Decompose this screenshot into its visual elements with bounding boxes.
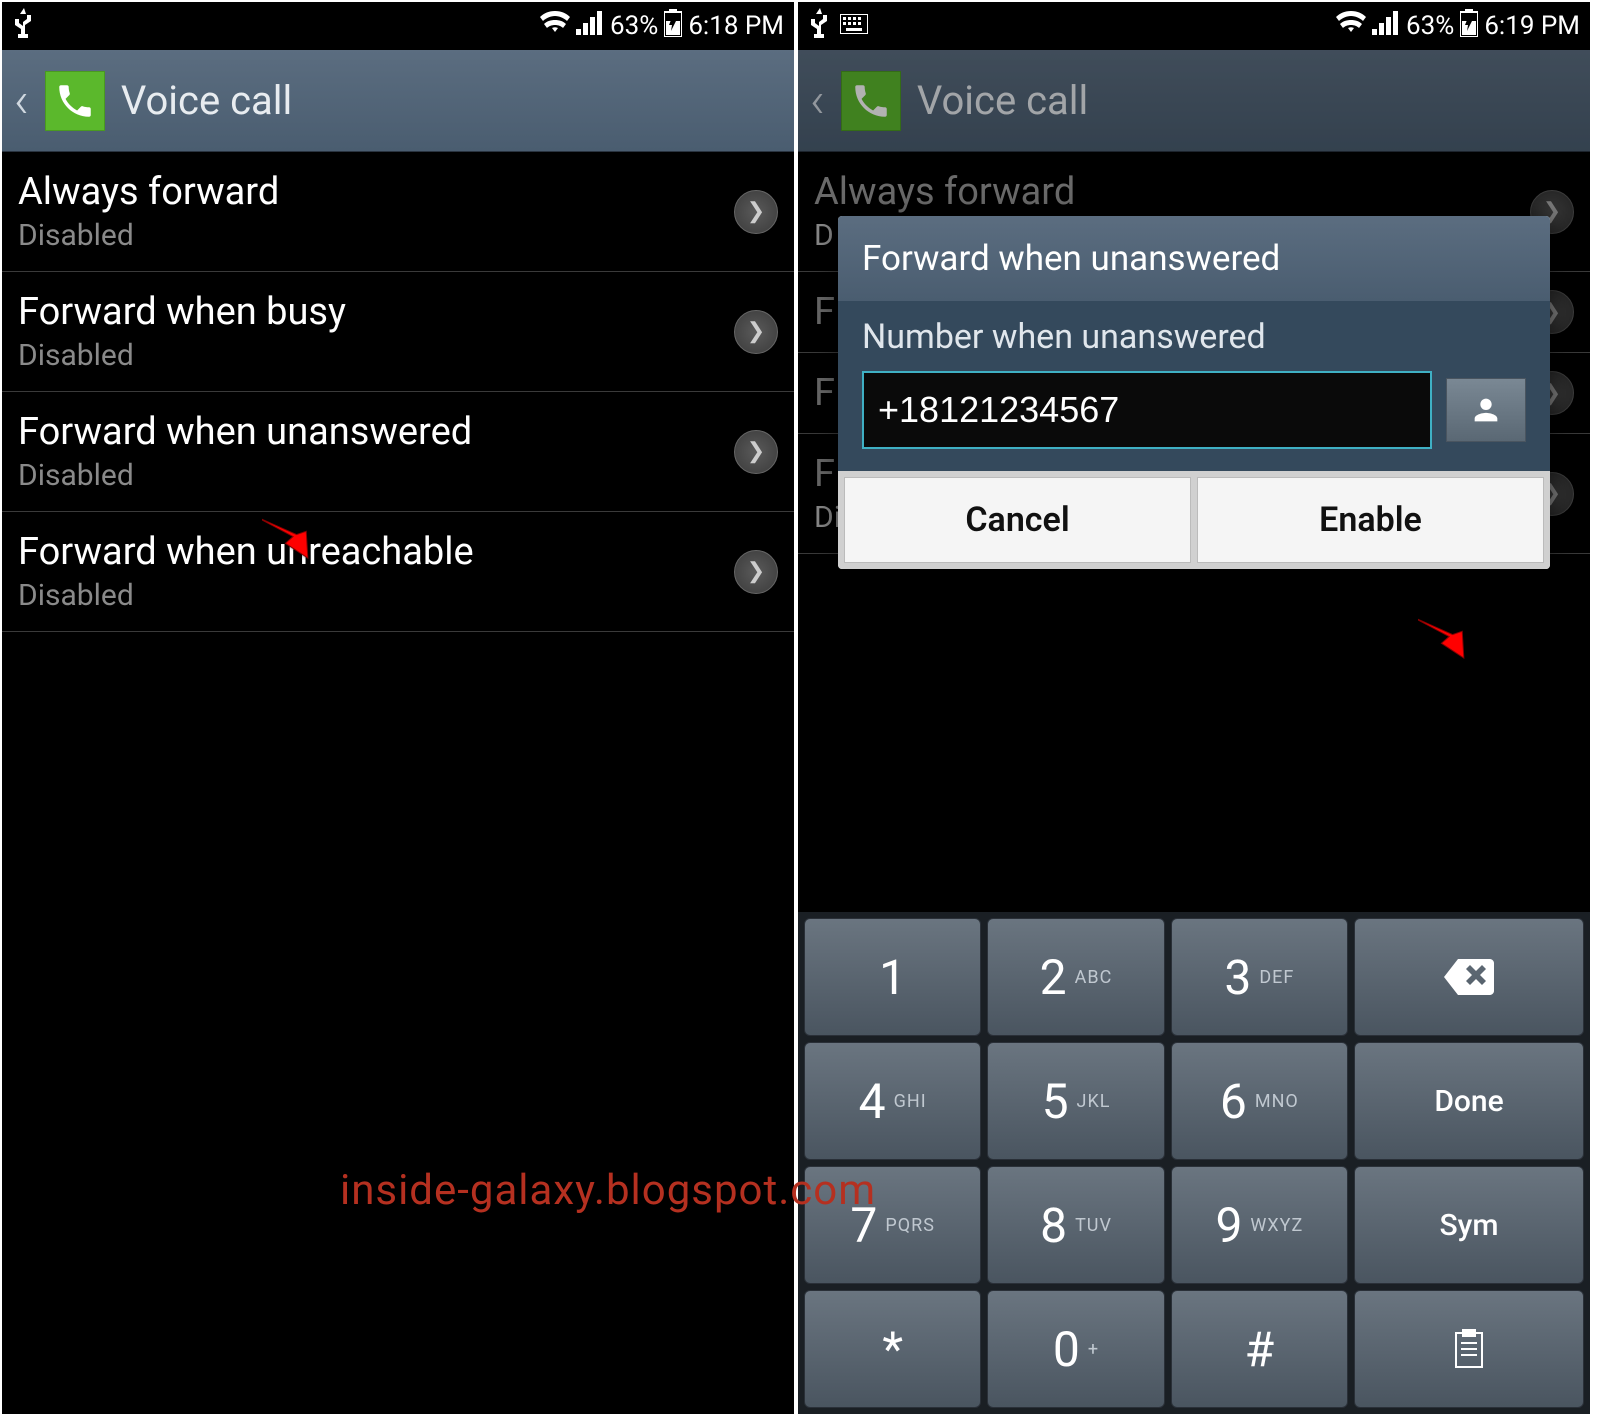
setting-title: F <box>814 290 835 334</box>
status-bar: 63% 6:18 PM <box>2 2 794 50</box>
signal-icon <box>576 11 604 42</box>
chevron-right-icon[interactable]: ❯ <box>734 310 778 354</box>
keypad-key-*[interactable]: * <box>804 1290 981 1408</box>
cancel-button[interactable]: Cancel <box>844 477 1191 563</box>
usb-icon <box>12 8 36 45</box>
battery-text: 63% <box>1406 11 1454 41</box>
battery-icon <box>664 9 682 44</box>
clock-text: 6:19 PM <box>1484 11 1580 41</box>
status-bar: 63% 6:19 PM <box>798 2 1590 50</box>
setting-forward-unanswered[interactable]: Forward when unanswered Disabled ❯ <box>2 392 794 512</box>
setting-status: Disabled <box>18 458 472 493</box>
header-bar[interactable]: ‹ Voice call <box>798 50 1590 152</box>
forward-dialog: Forward when unanswered Number when unan… <box>838 216 1550 569</box>
usb-icon <box>808 8 832 45</box>
setting-status: Disabled <box>18 338 346 373</box>
keypad-sym-button[interactable]: Sym <box>1354 1166 1584 1284</box>
keypad-backspace-button[interactable] <box>1354 918 1584 1036</box>
setting-forward-unreachable[interactable]: Forward when unreachable Disabled ❯ <box>2 512 794 632</box>
pick-contact-button[interactable] <box>1446 378 1526 442</box>
header-title: Voice call <box>917 77 1088 124</box>
setting-status: Disabled <box>18 218 279 253</box>
keypad-key-0[interactable]: 0+ <box>987 1290 1164 1408</box>
keypad-key-6[interactable]: 6MNO <box>1171 1042 1348 1160</box>
setting-title: Always forward <box>18 170 279 214</box>
keypad-clipboard-button[interactable] <box>1354 1290 1584 1408</box>
enable-button[interactable]: Enable <box>1197 477 1544 563</box>
back-icon[interactable]: ‹ <box>810 72 825 130</box>
header-bar[interactable]: ‹ Voice call <box>2 50 794 152</box>
chevron-right-icon[interactable]: ❯ <box>734 430 778 474</box>
chevron-right-icon[interactable]: ❯ <box>734 190 778 234</box>
dialog-title: Forward when unanswered <box>838 216 1550 301</box>
keypad-key-5[interactable]: 5JKL <box>987 1042 1164 1160</box>
setting-status: Disabled <box>18 578 474 613</box>
keypad-key-#[interactable]: # <box>1171 1290 1348 1408</box>
wifi-icon <box>1336 11 1366 42</box>
keypad-done-button[interactable]: Done <box>1354 1042 1584 1160</box>
keypad-key-9[interactable]: 9WXYZ <box>1171 1166 1348 1284</box>
setting-always-forward[interactable]: Always forward Disabled ❯ <box>2 152 794 272</box>
chevron-right-icon[interactable]: ❯ <box>734 550 778 594</box>
setting-title: F <box>814 371 835 415</box>
numeric-keypad: 12ABC3DEF4GHI5JKL6MNODone7PQRS8TUV9WXYZS… <box>798 912 1590 1414</box>
phone-icon <box>841 71 901 131</box>
battery-text: 63% <box>610 11 658 41</box>
phone-icon <box>45 71 105 131</box>
keypad-key-2[interactable]: 2ABC <box>987 918 1164 1036</box>
back-icon[interactable]: ‹ <box>14 72 29 130</box>
keypad-key-8[interactable]: 8TUV <box>987 1166 1164 1284</box>
keypad-key-1[interactable]: 1 <box>804 918 981 1036</box>
signal-icon <box>1372 11 1400 42</box>
right-screenshot: 63% 6:19 PM ‹ Voice call Always forward … <box>796 0 1592 1416</box>
setting-title: Always forward <box>814 170 1075 214</box>
clock-text: 6:18 PM <box>688 11 784 41</box>
battery-icon <box>1460 9 1478 44</box>
setting-title: Forward when busy <box>18 290 346 334</box>
wifi-icon <box>540 11 570 42</box>
header-title: Voice call <box>121 77 292 124</box>
dialog-label: Number when unanswered <box>862 317 1526 357</box>
keyboard-icon <box>840 11 868 41</box>
keypad-key-3[interactable]: 3DEF <box>1171 918 1348 1036</box>
setting-forward-busy[interactable]: Forward when busy Disabled ❯ <box>2 272 794 392</box>
keypad-key-4[interactable]: 4GHI <box>804 1042 981 1160</box>
watermark-text: inside-galaxy.blogspot.com <box>340 1166 876 1215</box>
phone-number-input[interactable] <box>862 371 1432 449</box>
setting-title: Forward when unreachable <box>18 530 474 574</box>
setting-title: Forward when unanswered <box>18 410 472 454</box>
